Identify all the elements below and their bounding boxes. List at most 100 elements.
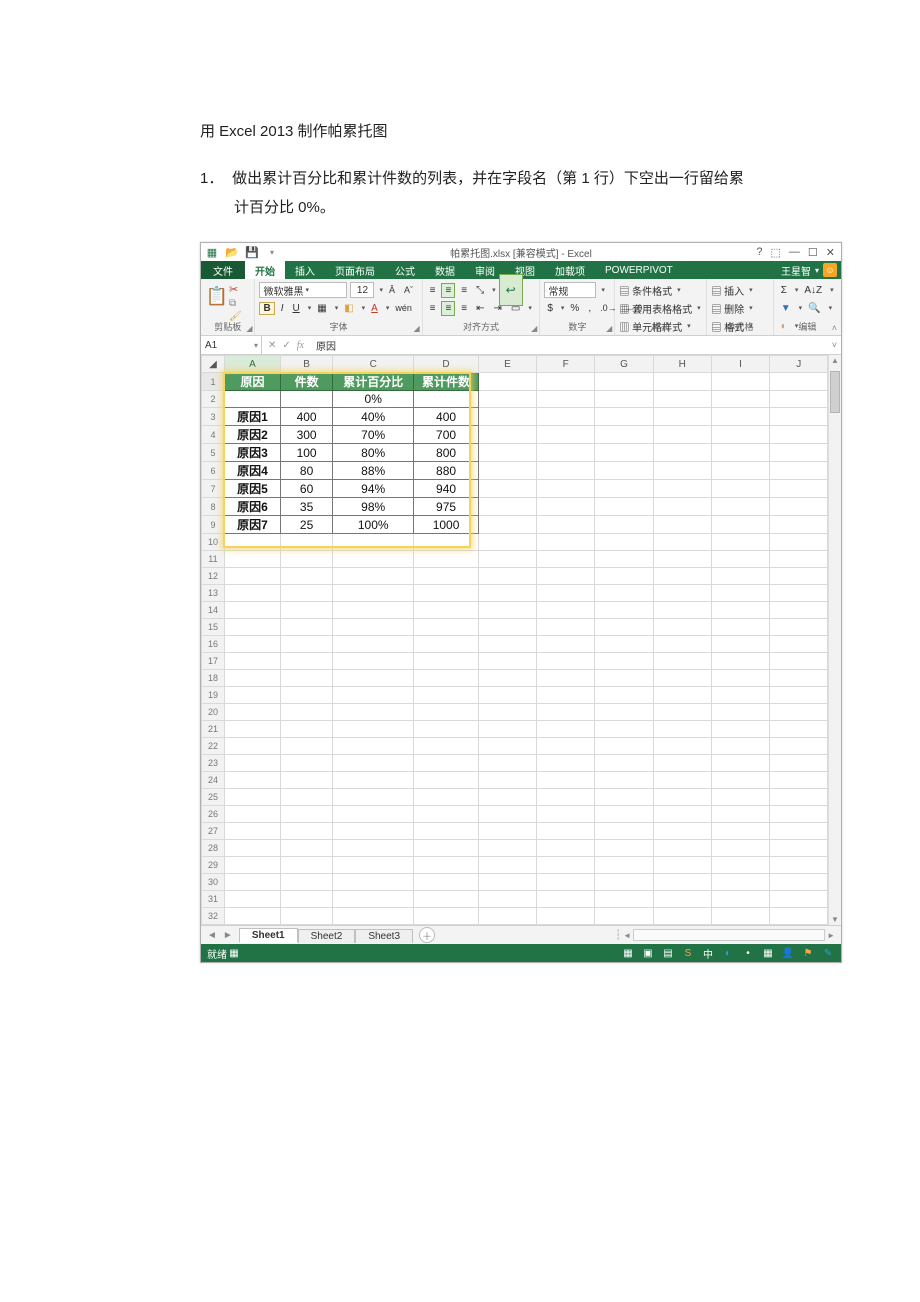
number-launcher-icon[interactable]: ◢ <box>606 324 612 333</box>
cell[interactable] <box>595 585 653 602</box>
cell[interactable] <box>595 426 653 444</box>
cell[interactable]: 300 <box>281 426 333 444</box>
col-header-D[interactable]: D <box>414 356 479 373</box>
cell[interactable] <box>537 498 595 516</box>
cancel-entry-icon[interactable]: ✕ <box>268 340 276 351</box>
cell[interactable] <box>653 738 711 755</box>
cell[interactable] <box>478 891 536 908</box>
cell[interactable] <box>711 789 769 806</box>
cell[interactable] <box>711 721 769 738</box>
horizontal-scrollbar[interactable] <box>633 929 825 941</box>
cell[interactable]: 975 <box>414 498 479 516</box>
qat-customize-icon[interactable]: ▾ <box>265 245 279 259</box>
row-header[interactable]: 25 <box>202 789 225 806</box>
user-chip[interactable]: 王星智 ▾ ☺ <box>781 261 841 279</box>
cell[interactable] <box>653 704 711 721</box>
cell[interactable] <box>281 585 333 602</box>
cell[interactable] <box>711 373 769 391</box>
cell[interactable] <box>224 857 280 874</box>
cell[interactable] <box>770 602 828 619</box>
cell[interactable] <box>770 585 828 602</box>
cell[interactable] <box>537 408 595 426</box>
collapse-ribbon-icon[interactable]: ˄ <box>832 323 837 333</box>
cell[interactable] <box>770 704 828 721</box>
macro-rec-icon[interactable]: ▦ <box>227 946 241 960</box>
row-header[interactable]: 9 <box>202 516 225 534</box>
row-header[interactable]: 18 <box>202 670 225 687</box>
cell[interactable] <box>478 721 536 738</box>
cell[interactable] <box>711 391 769 408</box>
cell[interactable] <box>653 619 711 636</box>
cell[interactable] <box>653 857 711 874</box>
cell[interactable] <box>537 857 595 874</box>
tab-home[interactable]: 开始 <box>245 261 285 279</box>
clipboard-launcher-icon[interactable]: ◢ <box>246 324 252 333</box>
cell[interactable] <box>595 789 653 806</box>
cell[interactable] <box>537 874 595 891</box>
cell[interactable] <box>333 534 414 551</box>
cell[interactable] <box>224 823 280 840</box>
cell[interactable] <box>333 772 414 789</box>
cell[interactable] <box>595 373 653 391</box>
cell[interactable] <box>653 891 711 908</box>
cell[interactable]: 原因6 <box>224 498 280 516</box>
cell[interactable] <box>537 516 595 534</box>
cell[interactable]: 25 <box>281 516 333 534</box>
cell[interactable] <box>414 687 479 704</box>
cell[interactable] <box>595 462 653 480</box>
cell[interactable] <box>224 602 280 619</box>
cell[interactable] <box>653 498 711 516</box>
cell[interactable] <box>653 755 711 772</box>
cell[interactable] <box>281 568 333 585</box>
cell[interactable] <box>770 426 828 444</box>
cell[interactable] <box>478 534 536 551</box>
cell[interactable] <box>595 534 653 551</box>
minimize-icon[interactable]: — <box>789 246 800 258</box>
grow-font-icon[interactable]: Â <box>386 284 398 296</box>
row-header[interactable]: 19 <box>202 687 225 704</box>
cell[interactable] <box>653 823 711 840</box>
fx-icon[interactable]: fx <box>297 340 304 351</box>
cell[interactable] <box>711 498 769 516</box>
cell[interactable] <box>478 444 536 462</box>
cell[interactable] <box>770 755 828 772</box>
row-header[interactable]: 23 <box>202 755 225 772</box>
cell[interactable] <box>333 874 414 891</box>
tab-insert[interactable]: 插入 <box>285 261 325 279</box>
tab-addins[interactable]: 加载项 <box>545 261 595 279</box>
cell[interactable] <box>653 789 711 806</box>
cell[interactable]: 累计件数 <box>414 373 479 391</box>
tray-icon-8[interactable]: ✎ <box>821 946 835 960</box>
cell[interactable] <box>653 772 711 789</box>
cell[interactable] <box>653 373 711 391</box>
cell[interactable] <box>281 908 333 925</box>
col-header-I[interactable]: I <box>711 356 769 373</box>
cell[interactable] <box>478 840 536 857</box>
cell[interactable] <box>333 568 414 585</box>
cell[interactable] <box>333 602 414 619</box>
cell[interactable] <box>770 874 828 891</box>
cell[interactable] <box>224 619 280 636</box>
cell[interactable] <box>281 602 333 619</box>
cell[interactable] <box>653 670 711 687</box>
cell[interactable] <box>770 857 828 874</box>
row-header[interactable]: 12 <box>202 568 225 585</box>
confirm-entry-icon[interactable]: ✓ <box>282 340 290 351</box>
cell[interactable] <box>478 480 536 498</box>
cell[interactable] <box>281 704 333 721</box>
cell[interactable]: 35 <box>281 498 333 516</box>
cell[interactable] <box>537 551 595 568</box>
cell[interactable] <box>595 840 653 857</box>
cell[interactable] <box>595 704 653 721</box>
cell[interactable] <box>537 823 595 840</box>
close-icon[interactable]: ✕ <box>826 246 835 259</box>
cell[interactable]: 原因3 <box>224 444 280 462</box>
cell[interactable] <box>333 755 414 772</box>
cell[interactable] <box>711 874 769 891</box>
ribbon-display-icon[interactable]: ⬚ <box>771 246 781 259</box>
cell[interactable] <box>770 772 828 789</box>
add-sheet-icon[interactable]: ＋ <box>419 927 435 943</box>
cell[interactable] <box>770 391 828 408</box>
currency-icon[interactable]: $ <box>544 302 556 315</box>
table-format-button[interactable]: ▦ 套用表格格式 <box>619 301 692 316</box>
